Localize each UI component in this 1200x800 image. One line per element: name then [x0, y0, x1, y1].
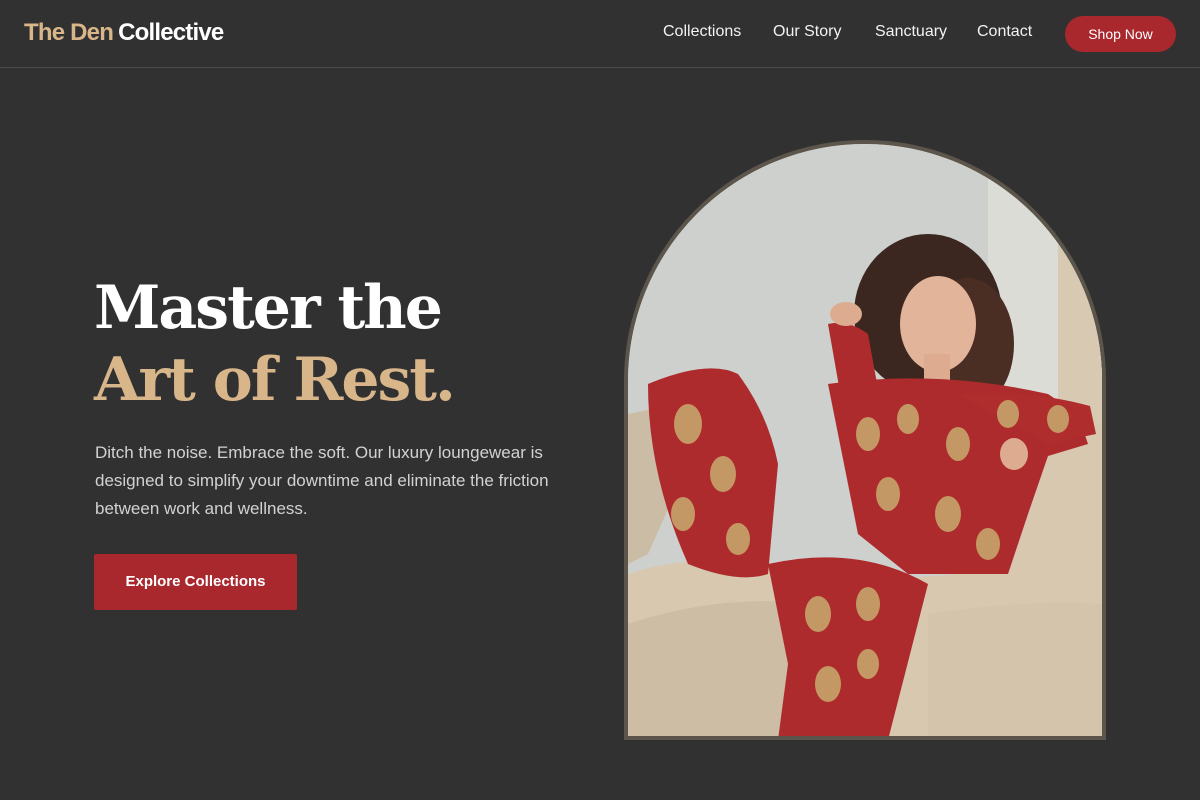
hero-headline: Master the Art of Rest.: [94, 272, 456, 416]
shop-now-button[interactable]: Shop Now: [1065, 16, 1176, 52]
sofa-shape: [928, 602, 1102, 736]
nav-link-sanctuary[interactable]: Sanctuary: [875, 23, 947, 41]
nav-link-collections[interactable]: Collections: [663, 23, 741, 41]
headline-line-2: Art of Rest.: [94, 345, 456, 415]
site-header: The Den Collective Collections Our Story …: [0, 0, 1200, 68]
nav-link-contact[interactable]: Contact: [977, 23, 1032, 41]
brand-name-accent: The Den: [24, 19, 114, 46]
explore-collections-button[interactable]: Explore Collections: [94, 554, 297, 610]
brand-logo[interactable]: The Den Collective: [24, 19, 224, 47]
nav-link-our-story[interactable]: Our Story: [773, 23, 841, 41]
hand-shape: [830, 302, 862, 326]
headline-line-1: Master the: [94, 273, 443, 343]
hero-photo: [628, 144, 1102, 736]
hero-description: Ditch the noise. Embrace the soft. Our l…: [95, 443, 549, 518]
hero-image-arch: [624, 140, 1106, 740]
brand-name-rest: Collective: [118, 19, 224, 46]
hand-shape: [1000, 438, 1028, 470]
